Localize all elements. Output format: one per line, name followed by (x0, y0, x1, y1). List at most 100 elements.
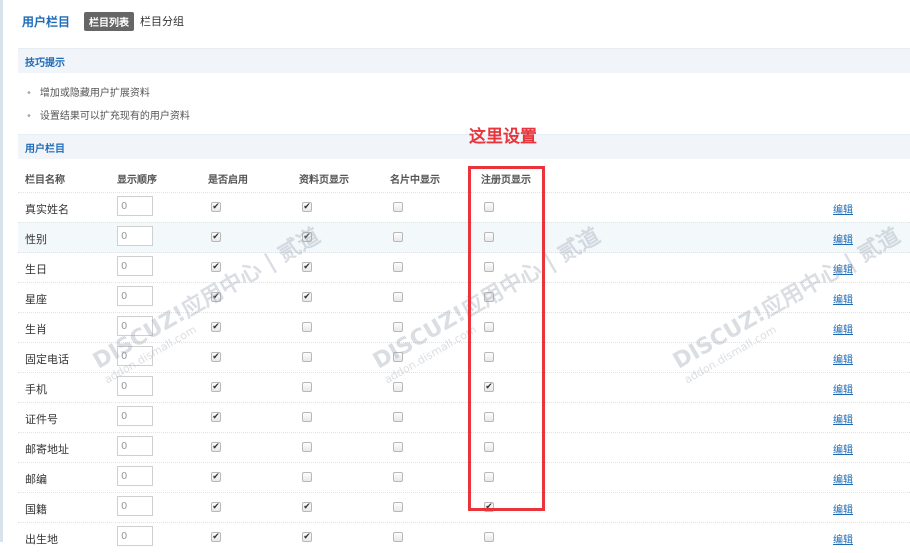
card-checkbox[interactable] (393, 232, 403, 242)
tip-item: • 增加或隐藏用户扩展资料 (26, 84, 150, 99)
card-checkbox[interactable] (393, 442, 403, 452)
card-checkbox[interactable] (393, 382, 403, 392)
field-name: 邮编 (25, 473, 47, 486)
profile-checkbox[interactable] (302, 322, 312, 332)
profile-checkbox[interactable]: ✔ (302, 532, 312, 542)
edit-link[interactable]: 编辑 (833, 321, 853, 336)
column-header: 栏目名称 (25, 175, 65, 186)
tip-text: 增加或隐藏用户扩展资料 (39, 88, 150, 99)
display-order-input[interactable] (117, 346, 153, 366)
enabled-checkbox[interactable]: ✔ (211, 382, 221, 392)
tab-column-list[interactable]: 栏目列表 (84, 11, 135, 31)
table-row: 证件号 ✔ 编辑 (18, 402, 910, 433)
table-row: 邮编 ✔ 编辑 (18, 462, 910, 493)
card-checkbox[interactable] (393, 322, 403, 332)
display-order-input[interactable] (117, 256, 153, 276)
edit-link[interactable]: 编辑 (833, 531, 853, 546)
field-name: 性别 (25, 233, 47, 246)
field-name: 生日 (25, 263, 47, 276)
table-row: 生肖 ✔ 编辑 (18, 312, 910, 343)
tab-column-groups[interactable]: 栏目分组 (140, 13, 184, 29)
table-row: 星座 ✔ ✔ 编辑 (18, 282, 910, 313)
enabled-checkbox[interactable]: ✔ (211, 412, 221, 422)
profile-checkbox[interactable] (302, 412, 312, 422)
card-checkbox[interactable] (393, 202, 403, 212)
column-header: 是否启用 (208, 175, 248, 186)
register-checkbox[interactable] (484, 532, 494, 542)
display-order-input[interactable] (117, 376, 153, 396)
enabled-checkbox[interactable]: ✔ (211, 442, 221, 452)
profile-checkbox[interactable] (302, 442, 312, 452)
tips-title: 技巧提示 (25, 58, 65, 69)
enabled-checkbox[interactable]: ✔ (211, 352, 221, 362)
display-order-input[interactable] (117, 496, 153, 516)
profile-checkbox[interactable]: ✔ (302, 202, 312, 212)
profile-checkbox[interactable] (302, 382, 312, 392)
card-checkbox[interactable] (393, 292, 403, 302)
profile-checkbox[interactable] (302, 352, 312, 362)
enabled-checkbox[interactable]: ✔ (211, 532, 221, 542)
display-order-input[interactable] (117, 196, 153, 216)
card-checkbox[interactable] (393, 262, 403, 272)
edit-link[interactable]: 编辑 (833, 501, 853, 516)
fields-section-bar: 用户栏目 (18, 134, 910, 159)
section-title: 用户栏目 (25, 144, 65, 155)
display-order-input[interactable] (117, 286, 153, 306)
column-header: 资料页显示 (299, 175, 349, 186)
left-border (0, 0, 3, 542)
display-order-input[interactable] (117, 406, 153, 426)
table-row: 国籍✔✔✔编辑 (18, 492, 910, 523)
field-name: 邮寄地址 (25, 443, 69, 456)
table-row: 邮寄地址 ✔ 编辑 (18, 432, 910, 463)
annotation-highlight-box (468, 166, 545, 511)
field-name: 国籍 (25, 503, 47, 516)
field-name: 生肖 (25, 323, 47, 336)
profile-checkbox[interactable]: ✔ (302, 292, 312, 302)
page-title: 用户栏目 (22, 14, 71, 29)
table-row: 出生地 ✔ ✔ 编辑 (18, 522, 910, 553)
tip-text: 设置结果可以扩充现有的用户资料 (39, 111, 190, 122)
enabled-checkbox[interactable]: ✔ (211, 322, 221, 332)
field-name: 星座 (25, 293, 47, 306)
edit-link[interactable]: 编辑 (833, 441, 853, 456)
tip-item: • 设置结果可以扩充现有的用户资料 (26, 107, 190, 122)
card-checkbox[interactable] (393, 412, 403, 422)
profile-checkbox[interactable]: ✔ (302, 262, 312, 272)
enabled-checkbox[interactable]: ✔ (211, 232, 221, 242)
table-header: 栏目名称 显示顺序 是否启用 资料页显示 名片中显示 注册页显示 (18, 168, 910, 188)
edit-link[interactable]: 编辑 (833, 231, 853, 246)
table-row: 固定电话 ✔ 编辑 (18, 342, 910, 373)
bullet-icon: • (26, 111, 32, 122)
edit-link[interactable]: 编辑 (833, 351, 853, 366)
edit-link[interactable]: 编辑 (833, 261, 853, 276)
column-header: 名片中显示 (390, 175, 440, 186)
table-row: 真实姓名 ✔ ✔ 编辑 (18, 192, 910, 223)
card-checkbox[interactable] (393, 472, 403, 482)
field-name: 固定电话 (25, 353, 69, 366)
enabled-checkbox[interactable]: ✔ (211, 262, 221, 272)
display-order-input[interactable] (117, 436, 153, 456)
card-checkbox[interactable] (393, 502, 403, 512)
edit-link[interactable]: 编辑 (833, 291, 853, 306)
display-order-input[interactable] (117, 466, 153, 486)
profile-checkbox[interactable]: ✔ (302, 232, 312, 242)
display-order-input[interactable] (117, 226, 153, 246)
edit-link[interactable]: 编辑 (833, 471, 853, 486)
enabled-checkbox[interactable]: ✔ (211, 502, 221, 512)
enabled-checkbox[interactable]: ✔ (211, 472, 221, 482)
enabled-checkbox[interactable]: ✔ (211, 292, 221, 302)
card-checkbox[interactable] (393, 352, 403, 362)
profile-checkbox[interactable] (302, 472, 312, 482)
edit-link[interactable]: 编辑 (833, 201, 853, 216)
edit-link[interactable]: 编辑 (833, 381, 853, 396)
page-header: 用户栏目 栏目列表 栏目分组 (22, 11, 184, 31)
enabled-checkbox[interactable]: ✔ (211, 202, 221, 212)
display-order-input[interactable] (117, 316, 153, 336)
table-row: 手机✔✔编辑 (18, 372, 910, 403)
card-checkbox[interactable] (393, 532, 403, 542)
annotation-label: 这里设置 (469, 127, 537, 147)
column-header: 显示顺序 (117, 175, 157, 186)
display-order-input[interactable] (117, 526, 153, 546)
profile-checkbox[interactable]: ✔ (302, 502, 312, 512)
edit-link[interactable]: 编辑 (833, 411, 853, 426)
